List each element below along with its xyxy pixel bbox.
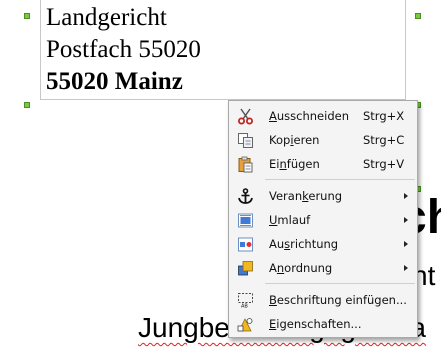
resize-handle-middle-left[interactable] xyxy=(24,102,30,108)
menu-item-label: Beschriftung einfügen... xyxy=(269,293,407,307)
submenu-arrow-icon xyxy=(404,241,408,247)
menu-separator xyxy=(265,179,415,180)
menu-item-cut[interactable]: Ausschneiden Strg+X xyxy=(229,105,417,127)
menu-item-copy[interactable]: Kopieren Strg+C xyxy=(229,129,417,151)
menu-item-label: Ausschneiden xyxy=(269,109,349,123)
menu-item-label: Umlauf xyxy=(269,213,311,227)
resize-handle-top-right[interactable] xyxy=(415,13,421,19)
menu-item-label: Eigenschaften... xyxy=(269,317,362,331)
menu-item-arrange[interactable]: Anordnung xyxy=(229,257,417,279)
menu-item-paste[interactable]: Einfügen Strg+V xyxy=(229,153,417,175)
menu-item-label: Kopieren xyxy=(269,133,320,147)
menu-item-wrap[interactable]: Umlauf xyxy=(229,209,417,231)
submenu-arrow-icon xyxy=(404,217,408,223)
menu-separator xyxy=(265,283,415,284)
menu-item-properties[interactable]: Eigenschaften... xyxy=(229,313,417,335)
anchor-icon xyxy=(237,188,254,205)
arrange-icon xyxy=(237,260,254,277)
address-line-1: Landgericht xyxy=(46,4,167,31)
address-line-2: Postfach 55020 xyxy=(46,36,201,63)
shortcut-label: Strg+C xyxy=(363,133,405,147)
menu-item-insert-caption[interactable]: AB Beschriftung einfügen... xyxy=(229,289,417,311)
properties-icon xyxy=(237,316,254,333)
menu-item-anchor[interactable]: Verankerung xyxy=(229,185,417,207)
menu-item-label: Anordnung xyxy=(269,261,333,275)
shortcut-label: Strg+V xyxy=(363,157,405,171)
resize-handle-top-left[interactable] xyxy=(24,13,30,19)
svg-text:AB: AB xyxy=(241,304,248,310)
menu-item-label: Verankerung xyxy=(269,189,343,203)
shortcut-label: Strg+X xyxy=(363,109,405,123)
menu-item-label: Ausrichtung xyxy=(269,237,339,251)
copy-icon xyxy=(237,132,254,149)
wrap-icon xyxy=(237,212,254,229)
menu-item-label: Einfügen xyxy=(269,157,320,171)
scissors-icon xyxy=(237,108,254,125)
context-menu: Ausschneiden Strg+X Kopieren Strg+C Einf… xyxy=(228,100,418,338)
align-icon xyxy=(237,236,254,253)
submenu-arrow-icon xyxy=(404,193,408,199)
caption-icon: AB xyxy=(237,292,254,309)
menu-item-alignment[interactable]: Ausrichtung xyxy=(229,233,417,255)
address-line-3: 55020 Mainz xyxy=(46,68,183,95)
paste-icon xyxy=(237,156,254,173)
submenu-arrow-icon xyxy=(404,265,408,271)
